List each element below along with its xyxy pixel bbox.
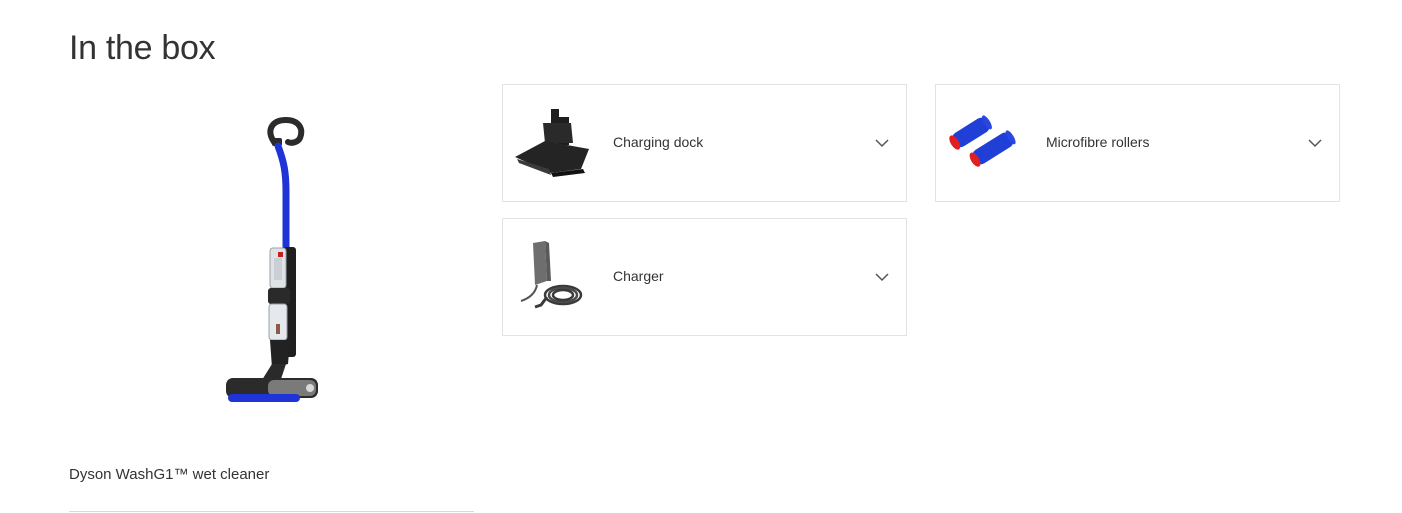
chevron-down-icon[interactable] [874,269,890,285]
hero-caption: Dyson WashG1™ wet cleaner [69,466,270,483]
accordion-item-charging-dock[interactable]: Charging dock [502,84,907,202]
divider [69,511,474,512]
accordion-label: Charger [613,268,664,284]
microfibre-rollers-image [949,115,1016,167]
accordion-label: Charging dock [613,134,704,150]
wet-cleaner-image [226,116,318,402]
accordion-label: Microfibre rollers [1046,134,1150,150]
chevron-down-icon[interactable] [874,135,890,151]
charging-dock-image [515,109,589,177]
section-title: In the box [69,29,216,67]
accordion-item-microfibre-rollers[interactable]: Microfibre rollers [935,84,1340,202]
accordion-item-charger[interactable]: Charger [502,218,907,336]
hero-product: Dyson WashG1™ wet cleaner [69,92,474,512]
chevron-down-icon[interactable] [1307,135,1323,151]
charger-image [520,241,583,309]
